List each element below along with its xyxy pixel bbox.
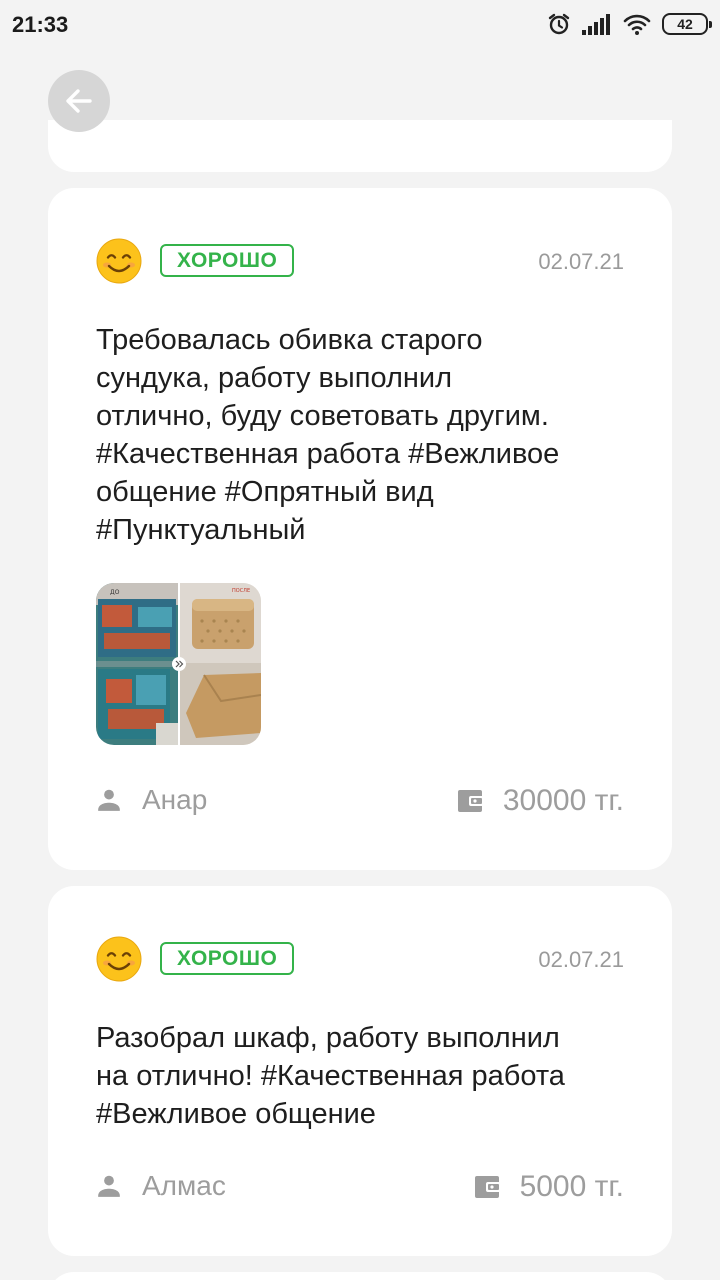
status-icons: 42 — [547, 12, 712, 36]
review-card: ХОРОШО 02.07.21 Требовалась обивка старо… — [48, 188, 672, 870]
status-bar: 21:33 42 — [0, 0, 720, 52]
review-photo[interactable]: ДО ПОСЛЕ — [96, 583, 261, 745]
author: Анар — [96, 784, 207, 816]
review-text: Разобрал шкаф, работу выполнил на отличн… — [96, 1019, 624, 1133]
status-time: 21:33 — [12, 12, 69, 37]
author: Алмас — [96, 1170, 226, 1202]
price: 30000 тг. — [457, 784, 624, 818]
review-header: ХОРОШО 02.07.21 — [96, 936, 624, 982]
review-text-line: #Качественная работа #Вежливое — [96, 438, 560, 470]
author-name: Алмас — [142, 1170, 226, 1201]
wifi-icon — [623, 14, 651, 35]
arrow-left-icon — [66, 89, 92, 113]
review-date: 02.07.21 — [538, 249, 624, 274]
next-review-card — [48, 1272, 672, 1280]
wallet-icon — [457, 790, 484, 812]
review-footer: Анар 30000 тг. — [96, 784, 624, 824]
review-text-line: #Вежливое общение — [96, 1098, 376, 1130]
smiling-face-icon — [96, 936, 142, 982]
smiling-face-icon — [96, 238, 142, 284]
review-text-line: Требовалась обивка старого — [96, 324, 483, 356]
rating-badge: ХОРОШО — [160, 942, 295, 975]
wallet-icon — [474, 1176, 501, 1198]
previous-review-card — [48, 120, 672, 172]
review-text-line: Разобрал шкаф, работу выполнил — [96, 1022, 560, 1054]
price-amount: 30000 тг. — [502, 784, 624, 817]
rating-badge: ХОРОШО — [160, 244, 295, 277]
reviews-screen: 21:33 42 ХОРОШО 02.07.21 Требовалась оби… — [0, 0, 720, 1280]
review-text-line: общение #Опрятный вид — [96, 476, 434, 508]
author-name: Анар — [142, 784, 208, 815]
after-label: ПОСЛЕ — [232, 588, 250, 594]
back-button[interactable] — [48, 70, 110, 132]
alarm-icon — [548, 13, 570, 35]
review-footer: Алмас 5000 тг. — [96, 1170, 624, 1210]
review-text-line: на отлично! #Качественная работа — [96, 1060, 565, 1092]
review-text-line: #Пунктуальный — [96, 514, 306, 546]
review-text-line: отлично, буду советовать другим. — [96, 400, 549, 432]
review-header: ХОРОШО 02.07.21 — [96, 238, 624, 284]
person-icon — [98, 789, 120, 811]
battery-icon: 42 — [662, 13, 712, 35]
battery-level: 42 — [677, 16, 693, 32]
review-text: Требовалась обивка старого сундука, рабо… — [96, 321, 624, 549]
review-text-line: сундука, работу выполнил — [96, 362, 453, 394]
review-card: ХОРОШО 02.07.21 Разобрал шкаф, работу вы… — [48, 886, 672, 1256]
before-after-photo: ДО ПОСЛЕ — [96, 583, 261, 745]
before-label: ДО — [110, 589, 120, 596]
price-amount: 5000 тг. — [519, 1170, 624, 1203]
signal-icon — [582, 14, 610, 35]
person-icon — [98, 1175, 120, 1197]
review-date: 02.07.21 — [538, 947, 624, 972]
price: 5000 тг. — [474, 1170, 624, 1204]
